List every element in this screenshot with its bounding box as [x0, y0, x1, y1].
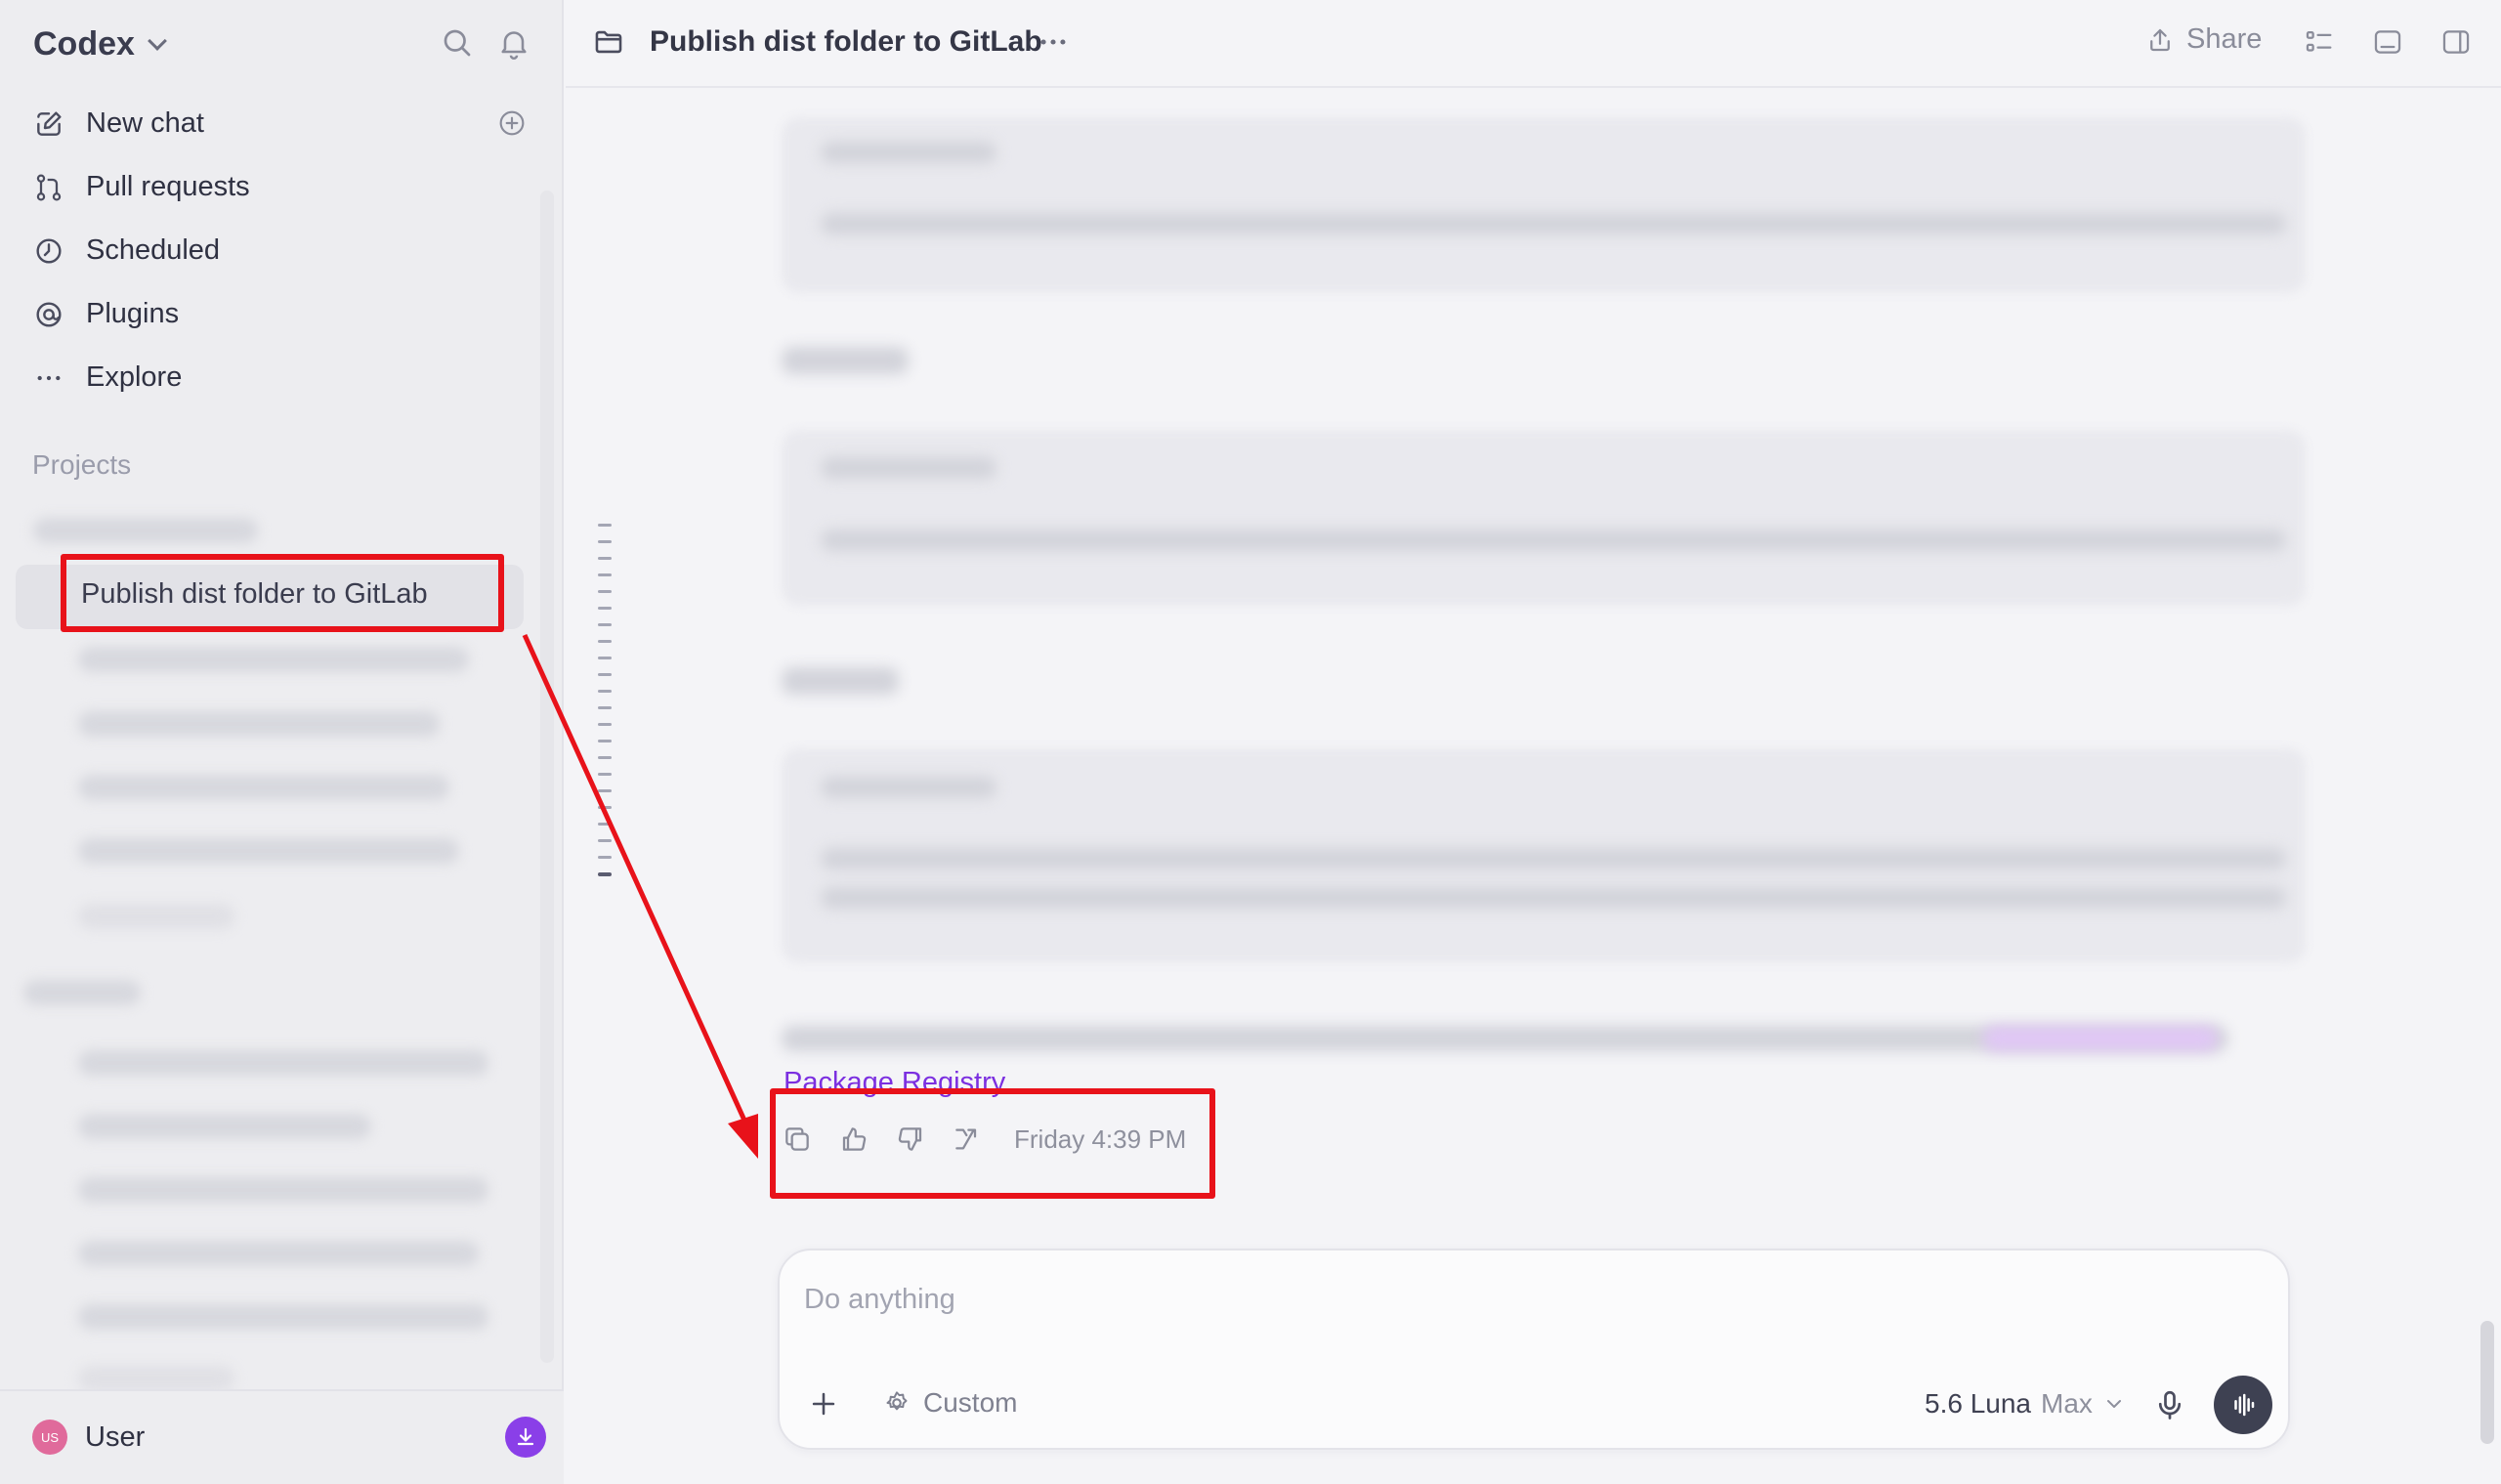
- app-brand-menu[interactable]: Codex: [33, 21, 167, 66]
- annotation-highlight-box: [61, 554, 504, 632]
- model-name: 5.6 Luna: [1925, 1388, 2031, 1419]
- plugin-icon: [36, 301, 62, 327]
- blurred-show-more[interactable]: [78, 1366, 234, 1391]
- download-icon: [517, 1427, 534, 1446]
- blurred-chat-item[interactable]: [78, 1241, 479, 1266]
- waveform-icon: [2234, 1393, 2255, 1417]
- bell-icon[interactable]: [496, 25, 531, 61]
- nav-label: Scheduled: [86, 234, 221, 266]
- blurred-text: [821, 457, 996, 479]
- nav-plugins[interactable]: Plugins: [18, 282, 545, 346]
- nav-pull-requests[interactable]: Pull requests: [18, 155, 545, 219]
- blurred-chat-item[interactable]: [78, 775, 449, 800]
- scroll-minimap[interactable]: [598, 524, 612, 890]
- nav-label: New chat: [86, 107, 204, 139]
- nav-label: Plugins: [86, 298, 180, 329]
- dots-icon: [37, 375, 61, 380]
- add-attachment-icon[interactable]: [807, 1387, 840, 1420]
- blurred-section-heading: [23, 980, 141, 1005]
- gear-icon: [886, 1391, 908, 1411]
- sidebar-scrollbar[interactable]: [540, 191, 554, 1363]
- share-button[interactable]: Share: [2145, 23, 2262, 56]
- blurred-code-block: [782, 430, 2306, 606]
- composer[interactable]: [778, 1249, 2290, 1450]
- nav-scheduled[interactable]: Scheduled: [18, 219, 545, 282]
- page-title: Publish dist folder to GitLab: [650, 25, 1042, 58]
- more-options-icon[interactable]: [1034, 25, 1073, 59]
- chevron-down-icon: [2106, 1400, 2121, 1408]
- blurred-show-more[interactable]: [78, 904, 234, 929]
- share-label: Share: [2186, 23, 2263, 55]
- prompt-input[interactable]: Do anything: [804, 1284, 955, 1316]
- custom-settings-button[interactable]: Custom: [882, 1387, 1017, 1419]
- blurred-text: [821, 777, 996, 798]
- microphone-icon[interactable]: [2152, 1387, 2187, 1422]
- voice-mode-button[interactable]: [2214, 1376, 2272, 1434]
- blurred-heading: [782, 347, 909, 374]
- blurred-text: [821, 213, 2286, 234]
- avatar[interactable]: US: [32, 1420, 67, 1455]
- sidebar-nav: New chat Pull requests Scheduled Plugins: [18, 92, 545, 409]
- share-icon: [2150, 28, 2170, 51]
- add-circle-icon[interactable]: [496, 107, 528, 139]
- blurred-text: [821, 887, 2286, 909]
- user-name[interactable]: User: [85, 1421, 145, 1454]
- blurred-code-block: [782, 117, 2306, 293]
- blurred-project-folder[interactable]: [33, 518, 258, 543]
- chevron-down-icon: [148, 31, 167, 51]
- side-panel-icon[interactable]: [2439, 25, 2473, 59]
- main-scrollbar[interactable]: [2480, 1321, 2494, 1444]
- nav-explore[interactable]: Explore: [18, 346, 545, 409]
- nav-new-chat[interactable]: New chat: [18, 92, 545, 155]
- blurred-chat-item[interactable]: [78, 647, 469, 672]
- checklist-icon[interactable]: [2303, 25, 2336, 59]
- brand-name: Codex: [33, 24, 135, 63]
- blurred-text: [821, 530, 2286, 551]
- search-icon[interactable]: [440, 25, 475, 61]
- blurred-chat-item[interactable]: [78, 1114, 371, 1139]
- blurred-text: [821, 142, 996, 163]
- custom-label: Custom: [923, 1387, 1018, 1418]
- blurred-chat-item[interactable]: [78, 1177, 488, 1203]
- blurred-link: [1983, 1026, 2218, 1051]
- blurred-chat-item[interactable]: [78, 711, 440, 737]
- edit-icon: [37, 110, 62, 136]
- pull-request-icon: [36, 173, 62, 201]
- annotation-highlight-box: [770, 1088, 1215, 1199]
- blurred-chat-item[interactable]: [78, 838, 459, 864]
- nav-label: Explore: [86, 361, 183, 393]
- nav-label: Pull requests: [86, 171, 250, 202]
- download-button[interactable]: [505, 1417, 546, 1458]
- model-selector[interactable]: 5.6 Luna Max: [1925, 1388, 2126, 1420]
- blurred-chat-item[interactable]: [78, 1050, 488, 1076]
- model-variant: Max: [2041, 1388, 2093, 1419]
- folder-icon: [595, 30, 622, 54]
- blurred-text: [821, 848, 2286, 869]
- blurred-chat-item[interactable]: [78, 1304, 488, 1330]
- clock-icon: [36, 237, 62, 264]
- projects-heading: Projects: [32, 449, 132, 480]
- blurred-heading: [782, 667, 899, 695]
- terminal-panel-icon[interactable]: [2371, 25, 2404, 59]
